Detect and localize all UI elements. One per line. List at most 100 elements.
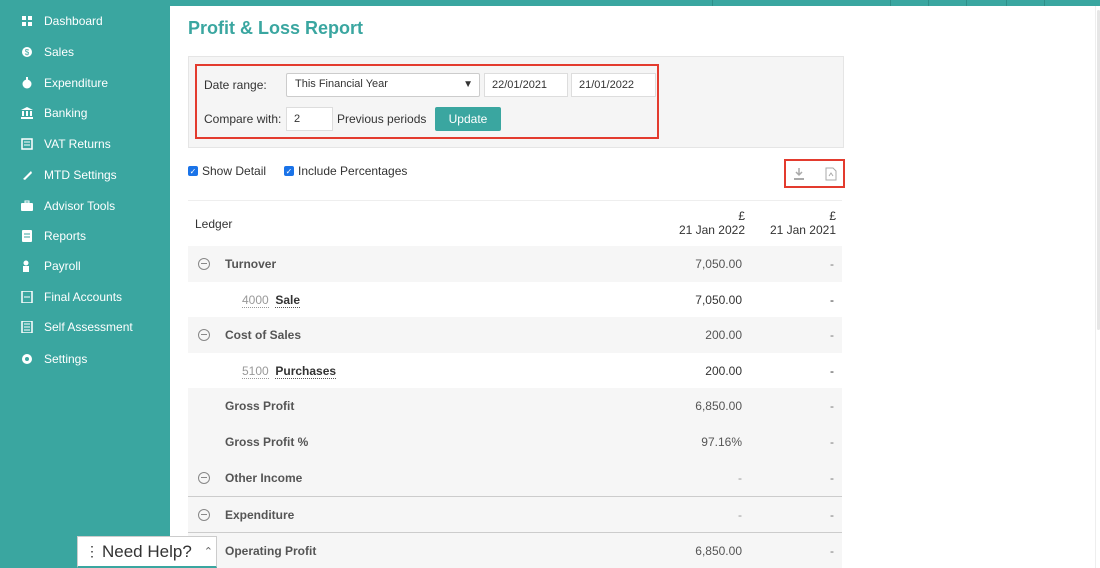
table-row: Cost of Sales 200.00 -: [188, 317, 842, 353]
date-range-value: This Financial Year: [295, 78, 388, 90]
show-detail-checkbox[interactable]: ✓: [188, 166, 198, 176]
expenditure-icon: [20, 76, 34, 90]
collapse-icon[interactable]: [198, 258, 210, 270]
ledger-code-link[interactable]: 5100 Purchases: [242, 364, 337, 379]
sidebar-item-vat-returns[interactable]: VAT Returns: [20, 132, 111, 156]
compare-periods-input[interactable]: 2: [286, 107, 333, 131]
include-percentages-label: Include Percentages: [298, 164, 408, 178]
drag-handle-icon[interactable]: ⋮: [85, 543, 99, 560]
final-accounts-icon: [20, 290, 34, 304]
col2-date: 21 Jan 2021: [769, 223, 836, 237]
row-label: Gross Profit: [225, 399, 295, 413]
page-title: Profit & Loss Report: [188, 18, 364, 38]
row-value-current: 6,850.00: [695, 399, 742, 413]
self-assessment-icon: [20, 320, 34, 334]
sidebar-item-label: Banking: [44, 106, 88, 120]
svg-text:$: $: [25, 48, 30, 57]
col1-date: 21 Jan 2022: [678, 223, 745, 237]
row-value-current: 200.00: [705, 328, 742, 342]
row-value-current: 7,050.00: [695, 293, 742, 307]
sidebar-item-label: Expenditure: [44, 76, 109, 90]
table-row: Other Income - -: [188, 460, 842, 496]
sidebar-item-label: Final Accounts: [44, 290, 123, 304]
ledger-code[interactable]: 5100: [242, 364, 269, 379]
sidebar-item-advisor-tools[interactable]: Advisor Tools: [20, 194, 115, 218]
update-button[interactable]: Update: [435, 107, 501, 131]
sidebar-item-sales[interactable]: $ Sales: [20, 40, 74, 64]
ledger-code[interactable]: 4000: [242, 293, 269, 308]
col1-header: £ 21 Jan 2022: [679, 209, 745, 237]
show-detail-option[interactable]: ✓ Show Detail: [188, 164, 266, 178]
dashboard-icon: [20, 14, 34, 28]
include-percentages-checkbox[interactable]: ✓: [284, 166, 294, 176]
row-value-previous: -: [830, 328, 834, 342]
sidebar-item-settings[interactable]: Settings: [20, 347, 87, 371]
row-label: Other Income: [225, 471, 303, 485]
row-value-current: -: [738, 471, 742, 485]
date-from-input[interactable]: 22/01/2021: [484, 73, 568, 97]
row-value-previous: -: [830, 399, 834, 413]
sidebar-item-banking[interactable]: Banking: [20, 101, 87, 125]
row-value-current: 7,050.00: [695, 257, 742, 271]
row-value-previous: -: [830, 543, 834, 558]
sidebar-item-reports[interactable]: Reports: [20, 224, 86, 248]
sidebar-item-mtd-settings[interactable]: MTD Settings: [20, 163, 117, 187]
table-row: Expenditure - -: [188, 496, 842, 532]
ledger-code-link[interactable]: 4000 Sale: [242, 293, 301, 308]
row-value-previous: -: [830, 471, 834, 485]
sidebar-item-self-assessment[interactable]: Self Assessment: [20, 315, 133, 339]
help-widget[interactable]: ⋮ Need Help? ⌃: [77, 536, 217, 568]
row-value-previous: -: [830, 293, 834, 307]
ledger-name[interactable]: Sale: [275, 293, 301, 308]
row-value-current: -: [738, 507, 742, 522]
chevron-up-icon[interactable]: ⌃: [204, 545, 213, 558]
previous-periods-label: Previous periods: [337, 112, 427, 126]
show-detail-label: Show Detail: [202, 164, 267, 178]
row-value-current: 6,850.00: [695, 543, 742, 558]
col1-currency: £: [738, 209, 745, 223]
date-range-label: Date range:: [204, 78, 267, 92]
gear-icon: [20, 352, 34, 366]
date-to-input[interactable]: 21/01/2022: [571, 73, 656, 97]
row-value-previous: -: [830, 257, 834, 271]
row-value-previous: -: [830, 435, 834, 449]
row-value-previous: -: [830, 364, 834, 378]
help-label: Need Help?: [102, 541, 192, 561]
row-label: Expenditure: [225, 507, 295, 522]
download-icon[interactable]: [793, 167, 805, 181]
sidebar-item-final-accounts[interactable]: Final Accounts: [20, 285, 122, 309]
sidebar-item-label: Settings: [44, 352, 88, 366]
collapse-icon[interactable]: [198, 329, 210, 341]
col2-header: £ 21 Jan 2021: [770, 209, 836, 237]
row-value-previous: -: [830, 507, 834, 522]
row-label: Cost of Sales: [225, 328, 302, 342]
table-row: 5100 Purchases 200.00 -: [188, 353, 842, 389]
row-value-current: 97.16%: [701, 435, 742, 449]
vat-icon: [20, 137, 34, 151]
date-range-select[interactable]: This Financial Year ▼: [286, 73, 480, 97]
mtd-icon: [20, 168, 34, 182]
table-row: Gross Profit 6,850.00 -: [188, 388, 842, 424]
sidebar-item-payroll[interactable]: Payroll: [20, 254, 81, 278]
sidebar-item-label: Dashboard: [44, 14, 103, 28]
sidebar-item-label: Payroll: [44, 259, 81, 273]
payroll-icon: [20, 259, 34, 273]
sidebar-item-expenditure[interactable]: Expenditure: [20, 71, 108, 95]
briefcase-icon: [20, 199, 34, 213]
pdf-icon[interactable]: [825, 167, 837, 181]
table-row: Gross Profit % 97.16% -: [188, 424, 842, 460]
ledger-name[interactable]: Purchases: [275, 364, 337, 379]
row-label: Operating Profit: [225, 543, 317, 558]
sidebar-item-label: MTD Settings: [44, 168, 117, 182]
sidebar-item-label: Reports: [44, 229, 87, 243]
include-percentages-option[interactable]: ✓ Include Percentages: [284, 164, 407, 178]
collapse-icon[interactable]: [198, 472, 210, 484]
sidebar-item-dashboard[interactable]: Dashboard: [20, 9, 103, 33]
collapse-icon[interactable]: [198, 508, 210, 521]
row-label: Turnover: [225, 257, 277, 271]
bank-icon: [20, 106, 34, 120]
chevron-down-icon: ▼: [463, 79, 473, 90]
ledger-header: Ledger: [195, 217, 233, 231]
col2-currency: £: [829, 209, 836, 223]
table-row: 4000 Sale 7,050.00 -: [188, 282, 842, 318]
